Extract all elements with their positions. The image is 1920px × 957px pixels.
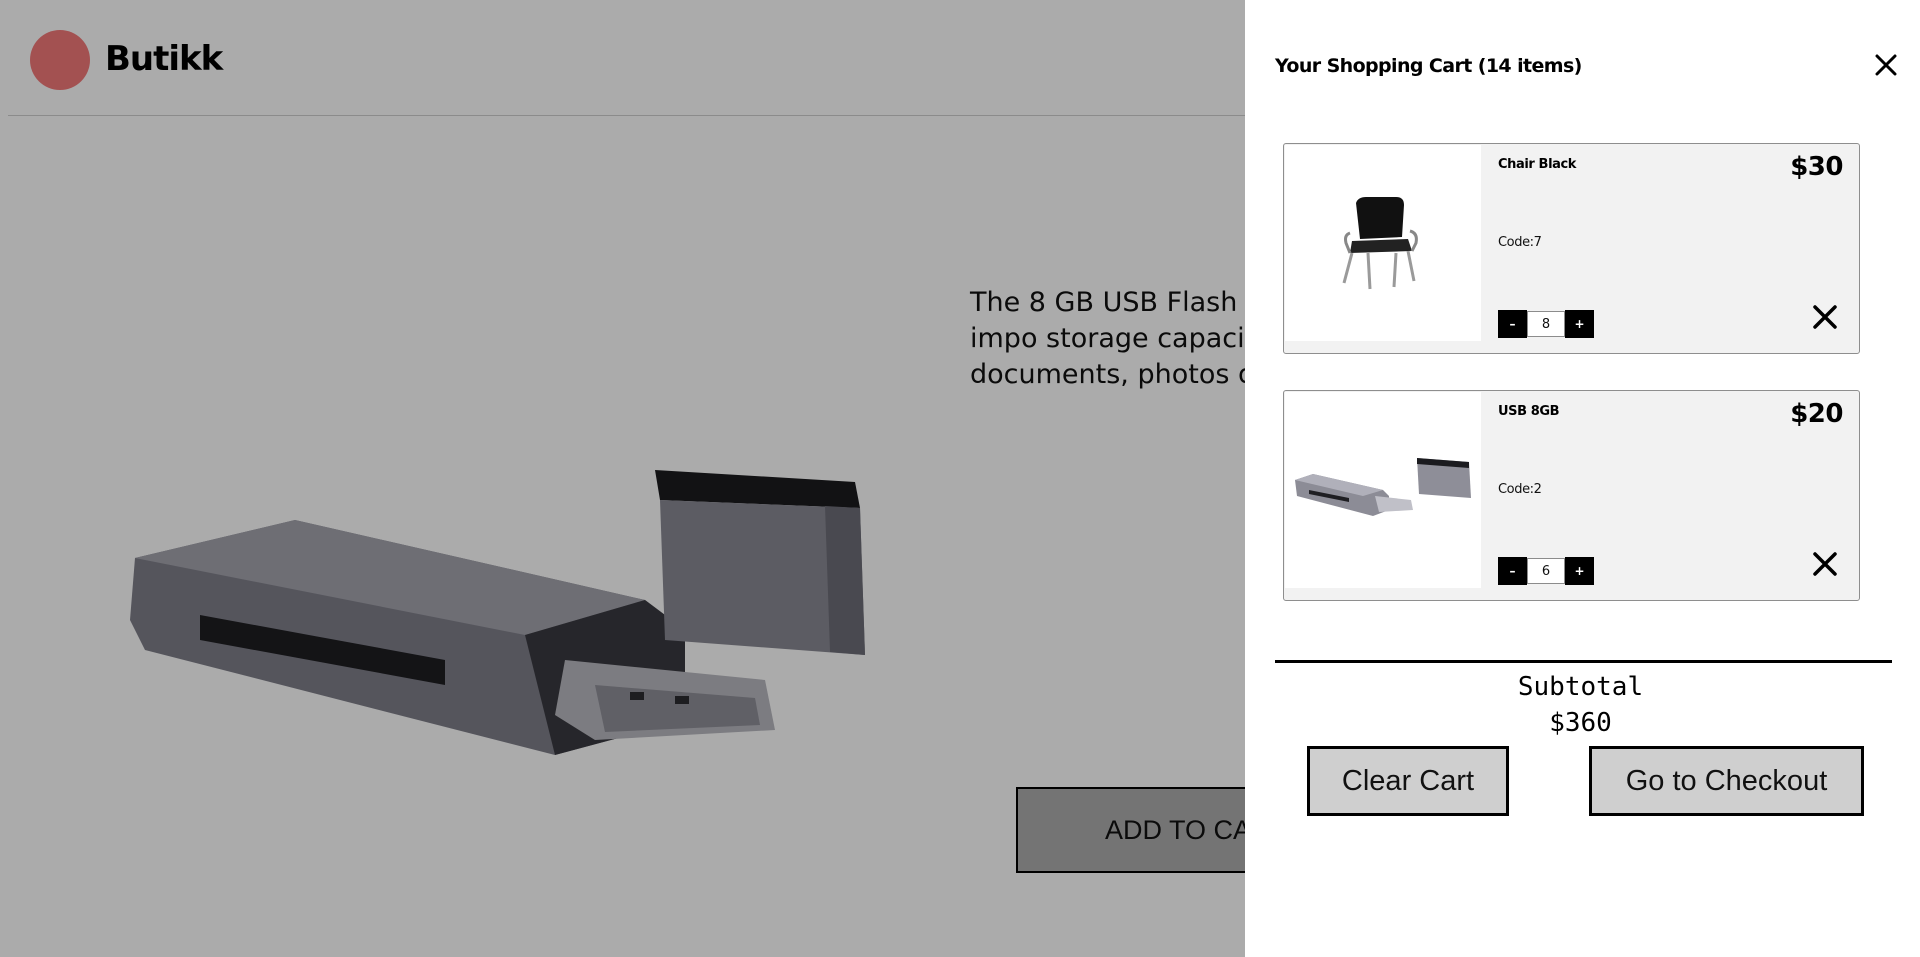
cart-drawer: Your Shopping Cart (14 items) Chair Blac… [1245,0,1920,957]
quantity-stepper: – + [1498,557,1594,585]
clear-cart-button[interactable]: Clear Cart [1307,746,1509,816]
item-name: Chair Black [1498,157,1577,172]
divider [1275,660,1892,663]
subtotal-label: Subtotal [1517,672,1644,702]
close-icon[interactable] [1871,50,1901,80]
decrement-button[interactable]: – [1498,557,1527,585]
item-code: Code:7 [1498,235,1542,250]
quantity-input[interactable] [1527,311,1565,337]
cart-item: Chair Black $30 Code:7 – + [1283,143,1860,354]
checkout-button[interactable]: Go to Checkout [1589,746,1864,816]
item-price: $30 [1790,152,1843,182]
chair-image [1285,145,1481,341]
increment-button[interactable]: + [1565,557,1594,585]
item-code: Code:2 [1498,482,1542,497]
cart-item-list[interactable]: Chair Black $30 Code:7 – + [1275,135,1891,632]
decrement-button[interactable]: – [1498,310,1527,338]
item-name: USB 8GB [1498,404,1560,419]
usb-drive-image [1285,392,1481,588]
quantity-stepper: – + [1498,310,1594,338]
cart-title: Your Shopping Cart (14 items) [1275,55,1582,77]
cart-item: USB 8GB $20 Code:2 – + [1283,390,1860,601]
remove-item-icon[interactable] [1810,302,1840,332]
quantity-input[interactable] [1527,558,1565,584]
subtotal-value: $360 [1549,708,1612,738]
remove-item-icon[interactable] [1810,549,1840,579]
item-price: $20 [1790,399,1843,429]
increment-button[interactable]: + [1565,310,1594,338]
